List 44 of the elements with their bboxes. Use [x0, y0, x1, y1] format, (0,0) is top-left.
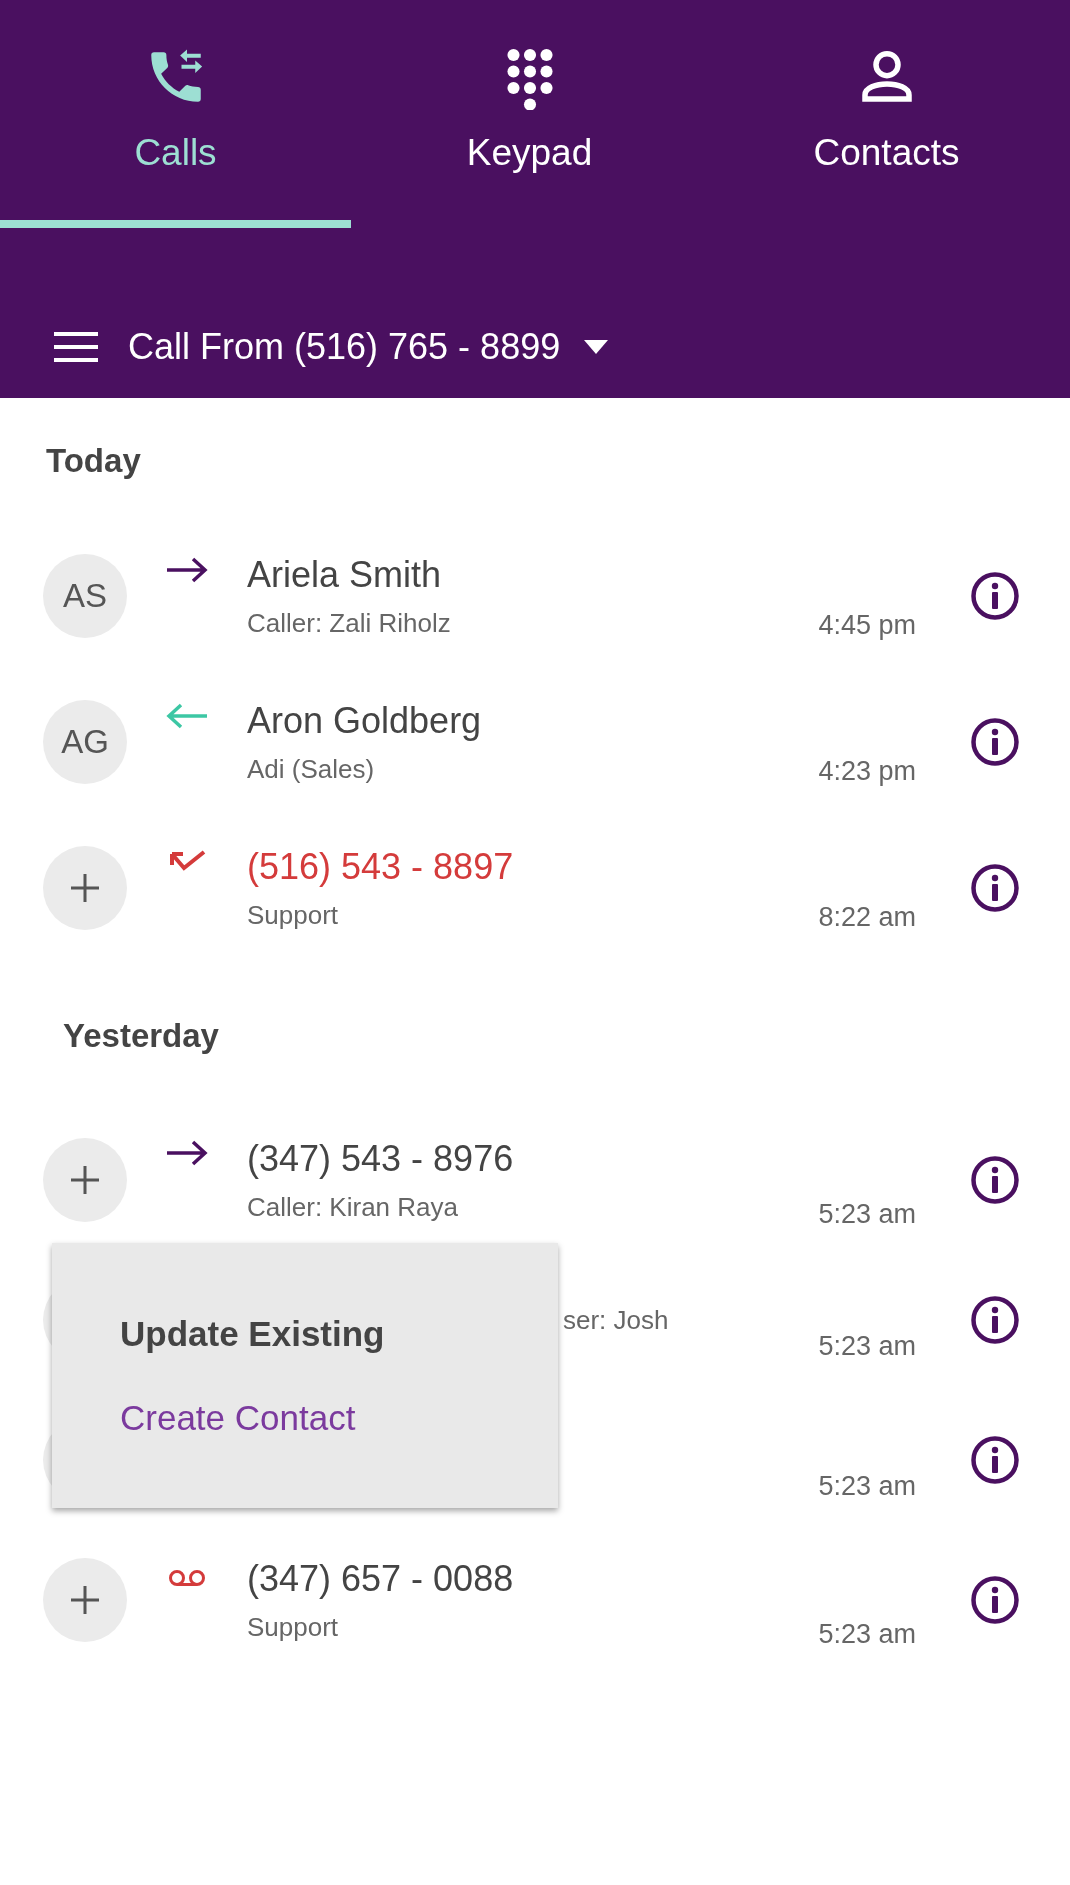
call-time: 5:23 am — [817, 1619, 916, 1650]
contact-name: (347) 543 - 8976 — [247, 1137, 515, 1180]
info-button[interactable] — [970, 571, 1020, 621]
info-button[interactable] — [970, 717, 1020, 767]
call-time: 5:23 am — [817, 1331, 916, 1362]
voicemail-icon — [167, 1568, 207, 1588]
info-button[interactable] — [970, 1295, 1020, 1345]
info-button[interactable] — [970, 1155, 1020, 1205]
call-time: 4:23 pm — [817, 756, 916, 787]
call-subtitle: Caller: Kiran Raya — [247, 1191, 459, 1223]
arrow-left-icon — [165, 701, 209, 731]
call-subtitle: Adi (Sales) — [247, 753, 376, 785]
menu-icon[interactable] — [54, 331, 98, 363]
plus-icon — [70, 873, 100, 903]
section-heading: Today — [45, 440, 142, 481]
plus-icon — [70, 1165, 100, 1195]
call-subtitle: Support — [247, 1611, 340, 1643]
info-button[interactable] — [970, 1575, 1020, 1625]
tab[interactable]: Keypad — [351, 0, 708, 228]
call-from-dropdown[interactable]: Call From (516) 765 - 8899 — [128, 326, 609, 368]
contact-name: (516) 543 - 8897 — [247, 845, 515, 888]
contact-name: Ariela Smith — [247, 553, 443, 596]
tab[interactable]: Calls — [0, 0, 351, 228]
menu-item[interactable]: Update Existing — [120, 1313, 385, 1354]
menu-item[interactable]: Create Contact — [120, 1397, 356, 1438]
contact-name: (347) 657 - 0088 — [247, 1557, 515, 1600]
arrow-right-icon — [165, 1138, 209, 1168]
info-button[interactable] — [970, 863, 1020, 913]
call-time: 4:45 pm — [817, 610, 916, 641]
call-time: 5:23 am — [817, 1471, 916, 1502]
avatar: AS — [43, 554, 127, 638]
call-subtitle: Support — [247, 899, 340, 931]
call-time: 8:22 am — [817, 902, 916, 933]
tab[interactable]: Contacts — [708, 0, 1065, 228]
dropdown-caret-icon — [584, 340, 609, 354]
call-subtitle: ser: Josh — [562, 1304, 670, 1336]
call-time: 5:23 am — [817, 1199, 916, 1230]
arrow-right-icon — [165, 555, 209, 585]
avatar: AG — [43, 700, 127, 784]
call-subtitle: Caller: Zali Riholz — [247, 607, 452, 639]
plus-icon — [70, 1585, 100, 1615]
section-heading: Yesterday — [62, 1015, 220, 1056]
info-button[interactable] — [970, 1435, 1020, 1485]
contact-name: Aron Goldberg — [247, 699, 483, 742]
